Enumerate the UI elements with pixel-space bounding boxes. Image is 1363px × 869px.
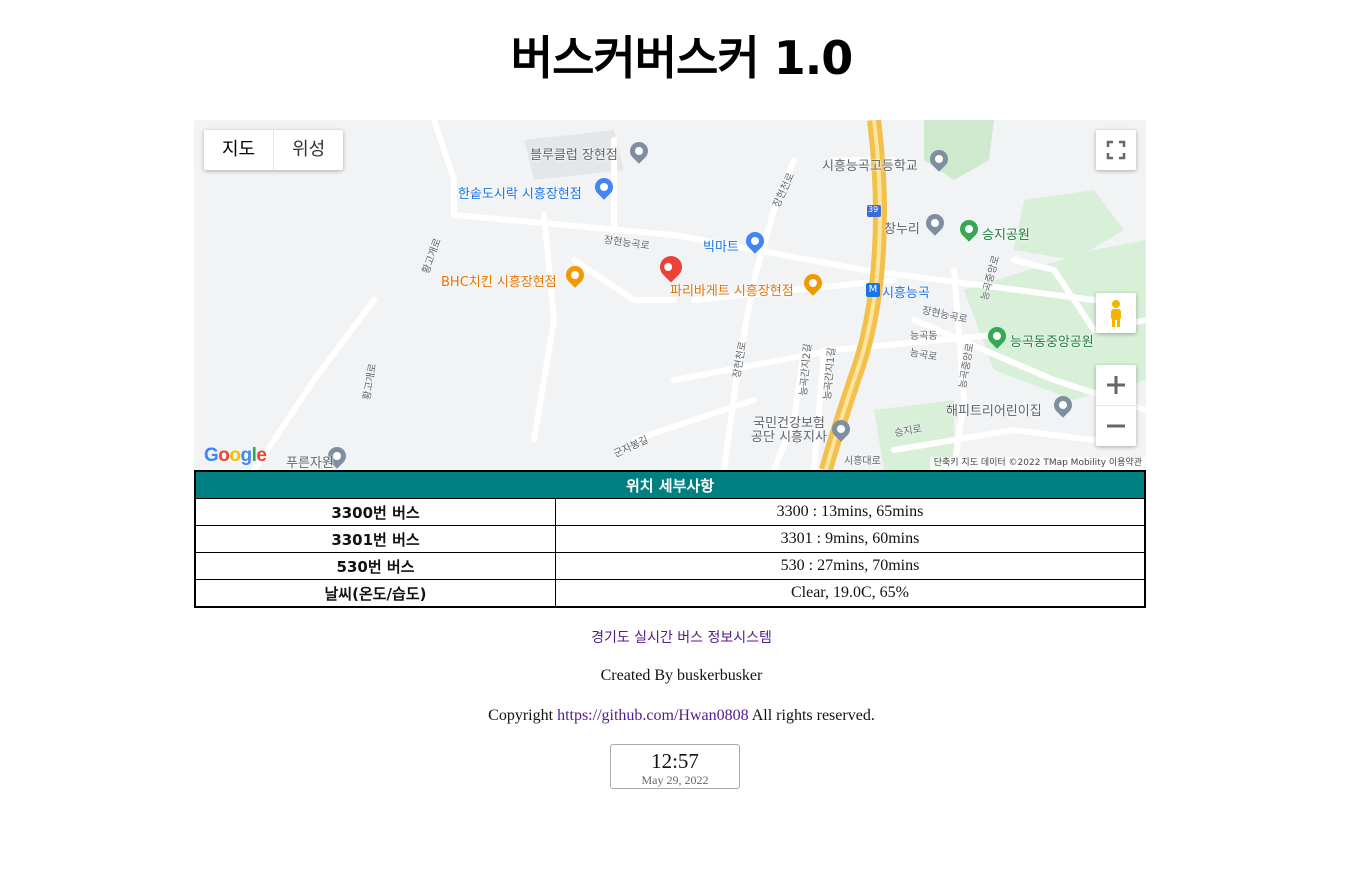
gbis-link-line: 경기도 실시간 버스 정보시스템 [0,627,1363,647]
table-header: 위치 세부사항 [194,470,1146,499]
row-value: 3301 : 9mins, 60mins [555,525,1146,553]
poi-paris[interactable]: 파리바게트 시흥장현점 [670,280,794,299]
row-label: 날씨(온도/습도) [194,579,556,608]
pegman-icon [1111,300,1121,327]
copyright-suffix: All rights reserved. [751,707,875,724]
poi-bhc[interactable]: BHC치킨 시흥장현점 [441,271,557,290]
poi-station[interactable]: 시흥능곡 [882,282,930,301]
map-type-satellite-button[interactable]: 위성 [274,130,343,170]
poi-seungji[interactable]: 승지공원 [982,224,1030,243]
poi-school[interactable]: 시흥능곡고등학교 [822,155,918,174]
minus-icon [1107,424,1125,428]
subway-station-icon: M [866,283,880,297]
poi-nhis[interactable]: 국민건강보험 공단 시흥지사 [746,417,832,445]
map-view[interactable]: 39 지도 위성 M 블루클럽 장현점 한솥도시락 시흥장현점 빅마트 BHC치… [194,120,1146,470]
poi-bluclub[interactable]: 블루클럽 장현점 [530,144,618,163]
row-value: 530 : 27mins, 70mins [555,552,1146,580]
poi-bigmart[interactable]: 빅마트 [703,236,739,255]
page-title: 버스커버스커 1.0 [510,31,853,85]
table-row: 날씨(온도/습도) Clear, 19.0C, 65% [194,579,1146,608]
fullscreen-button[interactable] [1096,130,1136,170]
road-label: 능곡동 [910,331,938,342]
row-value: 3300 : 13mins, 65mins [555,498,1146,526]
poi-hansot[interactable]: 한솥도시락 시흥장현점 [458,183,582,202]
copyright-prefix: Copyright [488,707,554,724]
row-label: 3301번 버스 [194,525,556,553]
zoom-out-button[interactable] [1096,406,1136,446]
google-logo: Google [204,445,267,466]
clock-widget: 12:57 May 29, 2022 [610,744,740,789]
road-label: 시흥대로 [844,456,881,467]
clock-date: May 29, 2022 [641,773,709,787]
map-type-control: 지도 위성 [204,130,344,170]
zoom-control [1096,365,1136,446]
map-attribution[interactable]: 단축키 지도 데이터 ©2022 TMap Mobility 이용약관 [929,457,1146,470]
created-by-text: Created By buskerbusker [600,667,763,684]
street-view-pegman[interactable] [1096,293,1136,333]
fullscreen-icon [1106,140,1126,160]
row-value: Clear, 19.0C, 65% [555,579,1146,608]
row-label: 3300번 버스 [194,498,556,526]
bus-info-table: 위치 세부사항 3300번 버스 3300 : 13mins, 65mins 3… [194,470,1146,608]
copyright-line: Copyright https://github.com/Hwan0808 Al… [0,707,1363,725]
poi-pureun[interactable]: 푸른자원 [286,452,334,470]
poi-park[interactable]: 능곡동중앙공원 [1010,331,1094,350]
github-link[interactable]: https://github.com/Hwan0808 [557,707,749,724]
map-type-map-button[interactable]: 지도 [204,130,275,170]
row-label: 530번 버스 [194,552,556,580]
poi-happy[interactable]: 해피트리어린이집 [946,400,1042,419]
plus-icon [1107,376,1125,394]
route-shield-label: 39 [868,205,879,214]
poi-changnuri[interactable]: 창누리 [884,218,920,237]
table-row: 530번 버스 530 : 27mins, 70mins [194,552,1146,580]
table-row: 3301번 버스 3301 : 9mins, 60mins [194,525,1146,553]
zoom-in-button[interactable] [1096,365,1136,406]
clock-time: 12:57 [651,749,699,773]
table-row: 3300번 버스 3300 : 13mins, 65mins [194,498,1146,526]
gbis-link[interactable]: 경기도 실시간 버스 정보시스템 [591,630,772,646]
